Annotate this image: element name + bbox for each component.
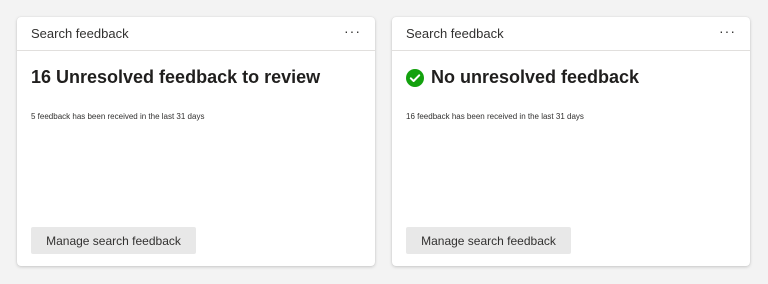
manage-search-feedback-button[interactable]: Manage search feedback (406, 227, 571, 254)
feedback-card-unresolved: Search feedback ··· 16 Unresolved feedba… (17, 17, 375, 266)
headline-text: 16 Unresolved feedback to review (31, 67, 321, 87)
check-circle-icon (406, 68, 424, 87)
card-header: Search feedback ··· (392, 17, 750, 51)
feedback-card-resolved: Search feedback ··· No unresolved feedba… (392, 17, 750, 266)
feedback-summary: 5 feedback has been received in the last… (31, 112, 205, 121)
card-title: Search feedback (406, 26, 504, 41)
card-title: Search feedback (31, 26, 129, 41)
more-options-icon[interactable]: ··· (344, 24, 361, 44)
feedback-summary: 16 feedback has been received in the las… (406, 112, 584, 121)
more-options-icon[interactable]: ··· (719, 24, 736, 44)
headline-text: No unresolved feedback (431, 67, 640, 87)
headline: No unresolved feedback (406, 67, 639, 88)
manage-search-feedback-button[interactable]: Manage search feedback (31, 227, 196, 254)
card-header: Search feedback ··· (17, 17, 375, 51)
headline: 16 Unresolved feedback to review (31, 67, 320, 88)
